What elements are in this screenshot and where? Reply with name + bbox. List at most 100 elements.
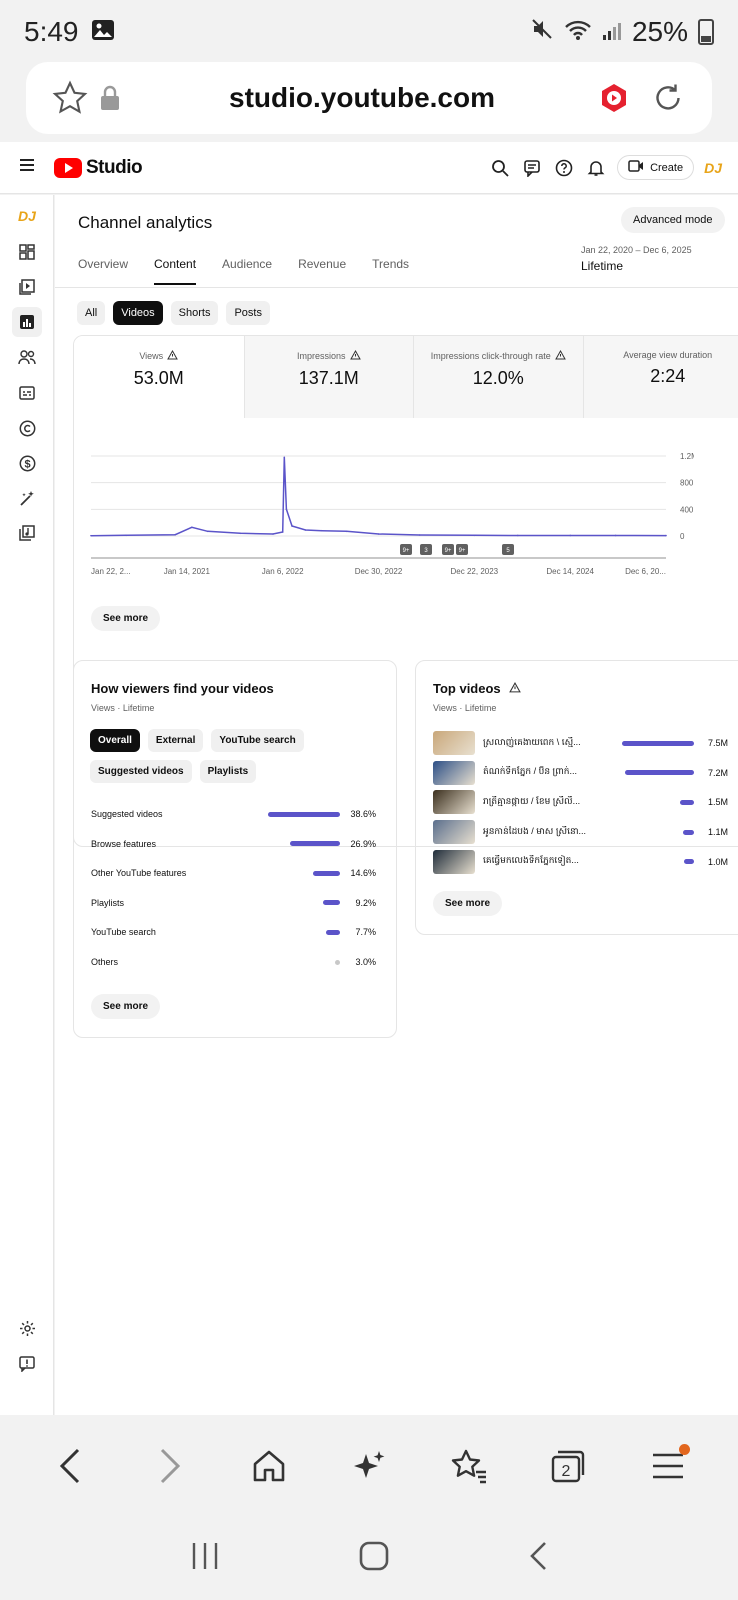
dashboard-icon[interactable] [12, 237, 42, 267]
video-views: 7.5M [707, 738, 728, 748]
video-title[interactable]: គេធ្វើមកលេងទឹកភ្នែកទៀត... [483, 855, 593, 868]
wifi-icon [564, 16, 592, 48]
tab-count: 2 [562, 1463, 571, 1480]
customization-magic-icon[interactable] [12, 483, 42, 513]
chip-posts[interactable]: Posts [226, 301, 270, 325]
video-thumbnail[interactable] [433, 790, 475, 815]
metric-avg-view-duration[interactable]: Average view duration 2:24 [582, 336, 738, 418]
menu-icon[interactable] [16, 154, 38, 181]
feedback-comment-icon[interactable] [521, 157, 543, 179]
chip-external[interactable]: External [147, 729, 204, 752]
star-icon[interactable] [50, 78, 90, 118]
traffic-row: YouTube search 7.7% [91, 922, 376, 942]
traffic-percent: 14.6% [350, 868, 376, 879]
ai-sparkle-icon[interactable] [345, 1442, 393, 1490]
video-title[interactable]: ស្រលាញ់គេងាយពេក \ ស្មើ... [483, 737, 593, 750]
chip-overall[interactable]: Overall [90, 729, 140, 752]
traffic-bar [312, 870, 340, 876]
studio-logo[interactable]: Studio [54, 157, 143, 179]
metric-views-label: Views [139, 351, 164, 361]
metric-ctr-label: Impressions click-through rate [430, 351, 551, 361]
notifications-icon[interactable] [585, 157, 607, 179]
audio-library-icon[interactable] [12, 518, 42, 548]
forward-icon[interactable] [146, 1442, 194, 1490]
channel-avatar[interactable]: DJ [704, 160, 722, 176]
date-range-picker[interactable]: Jan 22, 2020 – Dec 6, 2025 Lifetime [581, 245, 692, 273]
traffic-row: Playlists 9.2% [91, 893, 376, 913]
help-icon[interactable] [553, 157, 575, 179]
search-icon[interactable] [489, 157, 511, 179]
views-chart: 1.2M800.0K400.0K09+39+9+5Jan 22, 2...Jan… [74, 436, 738, 606]
traffic-source-name: Suggested videos [91, 809, 163, 819]
chip-youtube-search[interactable]: YouTube search [211, 729, 304, 752]
chip-videos[interactable]: Videos [113, 301, 163, 325]
chip-shorts[interactable]: Shorts [170, 301, 219, 325]
video-views-bar [683, 829, 694, 835]
video-title[interactable]: តំណក់ទឹកភ្នែក / ប៊ិន ព្រាក់... [483, 766, 593, 779]
top-video-row[interactable]: តំណក់ទឹកភ្នែក / ប៊ិន ព្រាក់... 7.2M [433, 760, 728, 785]
home-icon[interactable] [245, 1442, 293, 1490]
video-thumbnail[interactable] [433, 820, 475, 845]
create-button[interactable]: Create [617, 155, 695, 180]
settings-icon[interactable] [12, 1313, 42, 1343]
top-video-row[interactable]: ស្រលាញ់គេងាយពេក \ ស្មើ... 7.5M [433, 731, 728, 755]
tabs-divider [55, 287, 738, 288]
copyright-icon[interactable] [12, 413, 42, 443]
url-text[interactable]: studio.youtube.com [130, 82, 594, 114]
metric-impressions[interactable]: Impressions 137.1M [243, 336, 413, 418]
top-videos-title-row: Top videos [433, 681, 521, 696]
metric-ctr[interactable]: Impressions click-through rate 12.0% [413, 336, 583, 418]
video-thumbnail[interactable] [433, 760, 475, 785]
video-thumbnail[interactable] [433, 849, 475, 874]
tab-revenue[interactable]: Revenue [298, 257, 346, 285]
recent-apps-icon[interactable] [189, 1541, 221, 1576]
chip-playlists[interactable]: Playlists [199, 760, 257, 783]
traffic-row: Suggested videos 38.6% [91, 804, 376, 824]
video-camera-icon [628, 160, 644, 175]
tabs-icon[interactable]: 2 [544, 1442, 592, 1490]
video-title[interactable]: រាត្រីគ្មានផ្កាយ / ខែម ស្រីលី... [483, 796, 593, 809]
menu-hamburger-icon[interactable] [644, 1442, 692, 1490]
top-video-row[interactable]: អូនកាន់ដៃបង / មាស ស្រីនោ... 1.1M [433, 820, 728, 845]
traffic-see-more-button[interactable]: See more [91, 994, 161, 1019]
tab-audience[interactable]: Audience [222, 257, 272, 285]
subtitles-icon[interactable] [12, 378, 42, 408]
chart-annotation-label: 9+ [403, 548, 410, 554]
content-icon[interactable] [12, 272, 42, 302]
x-tick-label: Jan 22, 2... [91, 567, 131, 576]
tab-trends[interactable]: Trends [372, 257, 409, 285]
chart-annotation-label: 9+ [459, 548, 466, 554]
youtube-studio-shortcut-icon[interactable] [594, 78, 634, 118]
views-point [321, 529, 323, 532]
system-back-icon[interactable] [527, 1540, 549, 1577]
tab-content[interactable]: Content [154, 257, 197, 285]
main-content: Channel analytics Advanced mode Overview… [55, 195, 738, 1415]
home-button-icon[interactable] [358, 1540, 390, 1577]
tab-overview[interactable]: Overview [78, 257, 128, 285]
video-title[interactable]: អូនកាន់ដៃបង / មាស ស្រីនោ... [483, 826, 593, 839]
top-videos-see-more-button[interactable]: See more [433, 891, 503, 916]
traffic-bar [325, 929, 340, 935]
top-video-row[interactable]: គេធ្វើមកលេងទឹកភ្នែកទៀត... 1.0M [433, 849, 728, 874]
top-video-row[interactable]: រាត្រីគ្មានផ្កាយ / ខែម ស្រីលី... 1.5M [433, 790, 728, 815]
metric-impressions-value: 137.1M [298, 368, 359, 388]
notification-dot [679, 1444, 691, 1455]
back-icon[interactable] [46, 1442, 94, 1490]
bookmarks-icon[interactable] [445, 1442, 493, 1490]
video-thumbnail[interactable] [433, 731, 475, 755]
analytics-icon[interactable] [12, 307, 42, 337]
reload-icon[interactable] [648, 78, 688, 118]
views-point [174, 533, 176, 536]
earn-icon[interactable]: $ [12, 448, 42, 478]
rail-channel-avatar[interactable]: DJ [12, 201, 42, 231]
send-feedback-icon[interactable] [12, 1349, 42, 1379]
metric-ctr-value: 12.0% [472, 368, 524, 388]
advanced-mode-button[interactable]: Advanced mode [621, 207, 725, 233]
views-line [90, 457, 667, 537]
address-bar[interactable]: studio.youtube.com [26, 62, 712, 134]
chart-see-more-button[interactable]: See more [91, 606, 161, 631]
metric-views[interactable]: Views 53.0M [74, 336, 244, 418]
chip-suggested-videos[interactable]: Suggested videos [90, 760, 192, 783]
chip-all[interactable]: All [77, 301, 106, 325]
community-icon[interactable] [12, 342, 42, 372]
